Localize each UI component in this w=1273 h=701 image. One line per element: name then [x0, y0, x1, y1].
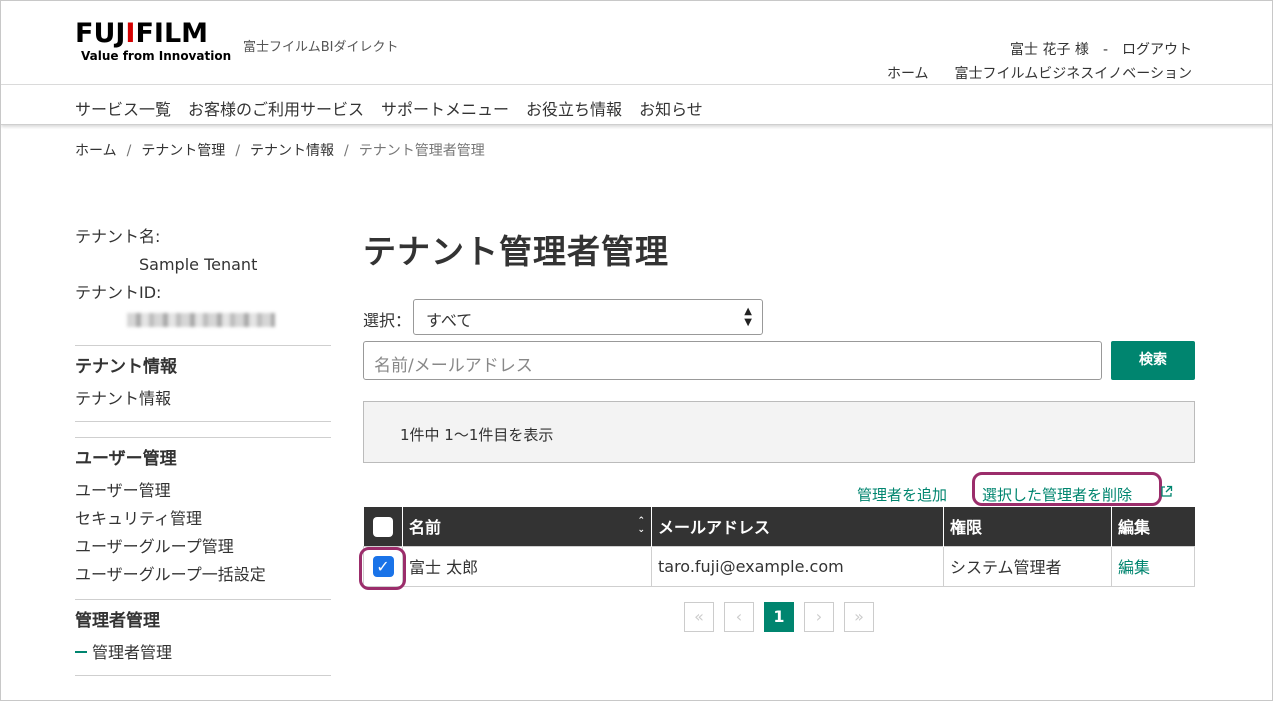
gnav-item-news[interactable]: お知らせ: [639, 100, 703, 119]
admin-table: 名前 ⌃ ⌄ メールアドレス 権限 編集 ✓ 富士 太郎 taro.fuji@exa…: [363, 507, 1195, 587]
tenant-id-value-redacted: [127, 313, 275, 327]
logo-tagline: Value from Innovation: [81, 49, 232, 63]
user-name: 富士 花子 様: [1010, 42, 1089, 58]
user-info: 富士 花子 様 - ログアウト: [1010, 39, 1192, 59]
table-row: ✓ 富士 太郎 taro.fuji@example.com システム管理者 編集: [363, 545, 1195, 587]
table-header-row: 名前 ⌃ ⌄ メールアドレス 権限 編集: [363, 507, 1195, 546]
fujifilm-logo[interactable]: FUJIFILM Value from Innovation: [75, 18, 232, 64]
pagination-first-button[interactable]: «: [684, 602, 714, 632]
active-indicator: [75, 651, 87, 653]
gnav-item-my-services[interactable]: お客様のご利用サービス: [188, 100, 364, 119]
breadcrumb-item-tenant-info[interactable]: テナント情報: [250, 143, 334, 159]
breadcrumb-current: テナント管理者管理: [358, 143, 485, 159]
checkbox-highlight: [359, 547, 406, 590]
search-button[interactable]: 検索: [1111, 341, 1195, 380]
global-nav: サービス一覧 お客様のご利用サービス サポートメニュー お役立ち情報 お知らせ: [1, 85, 1272, 125]
row-role: システム管理者: [943, 545, 1112, 587]
row-name: 富士 太郎: [402, 545, 652, 587]
edit-link[interactable]: 編集: [1118, 558, 1150, 577]
external-link-icon: [1161, 485, 1173, 497]
search-placeholder: 名前/メールアドレス: [374, 356, 533, 376]
sidebar-item-admin-management[interactable]: 管理者管理: [75, 639, 331, 667]
sidebar-section-tenant-info: テナント情報: [75, 357, 177, 377]
breadcrumb-separator: /: [235, 143, 241, 159]
tenant-id-label: テナントID:: [75, 283, 162, 302]
select-arrows-icon: ▲ ▼: [744, 306, 752, 328]
logout-link[interactable]: ログアウト: [1122, 42, 1192, 58]
column-edit: 編集: [1111, 507, 1195, 546]
sidebar-divider: [75, 675, 331, 676]
breadcrumb-separator: /: [344, 143, 349, 159]
select-all-checkbox[interactable]: [372, 516, 393, 537]
gnav-item-useful-info[interactable]: お役立ち情報: [526, 100, 622, 119]
row-edit-cell: 編集: [1111, 545, 1195, 587]
select-all-cell: [363, 507, 403, 546]
sidebar-section-user-management: ユーザー管理: [75, 449, 177, 469]
sidebar-item-security-management[interactable]: セキュリティ管理: [75, 505, 331, 533]
sidebar-item-user-group-bulk[interactable]: ユーザーグループ一括設定: [75, 561, 331, 589]
pagination-next-button[interactable]: ›: [804, 602, 834, 632]
sidebar-item-user-management[interactable]: ユーザー管理: [75, 477, 331, 505]
site-name: 富士フイルムBIダイレクト: [243, 40, 399, 55]
user-separator: -: [1102, 42, 1108, 58]
sort-icon[interactable]: ⌃ ⌄: [637, 517, 645, 535]
column-role: 権限: [943, 507, 1112, 546]
delete-selected-admin-link[interactable]: 選択した管理者を削除: [982, 484, 1132, 505]
column-email: メールアドレス: [651, 507, 944, 546]
row-email: taro.fuji@example.com: [651, 545, 944, 587]
add-admin-link[interactable]: 管理者を追加: [857, 484, 947, 505]
breadcrumb-item-tenant-management[interactable]: テナント管理: [141, 143, 225, 159]
header-link-home[interactable]: ホーム: [887, 66, 929, 82]
pagination-last-button[interactable]: »: [844, 602, 874, 632]
filter-label: 選択：: [363, 311, 412, 330]
tenant-name-value: Sample Tenant: [139, 255, 258, 274]
pagination-page-1[interactable]: 1: [764, 602, 794, 632]
header-link-fbi[interactable]: 富士フイルムビジネスイノベーション: [955, 66, 1192, 82]
column-name[interactable]: 名前 ⌃ ⌄: [402, 507, 652, 546]
pagination-prev-button[interactable]: ‹: [724, 602, 754, 632]
page-title: テナント管理者管理: [363, 232, 669, 271]
search-input[interactable]: 名前/メールアドレス: [363, 341, 1102, 380]
sidebar-section-admin-management: 管理者管理: [75, 611, 160, 631]
breadcrumb-separator: /: [126, 143, 132, 159]
sidebar-item-tenant-info[interactable]: テナント情報: [75, 385, 331, 413]
breadcrumb-item-home[interactable]: ホーム: [75, 143, 117, 159]
result-summary-box: 1件中 1〜1件目を表示: [363, 401, 1195, 463]
sidebar: テナント名: Sample Tenant テナントID: テナント情報 テナント…: [75, 223, 331, 676]
result-summary: 1件中 1〜1件目を表示: [400, 426, 554, 444]
gnav-item-services[interactable]: サービス一覧: [75, 100, 171, 119]
breadcrumb: ホーム / テナント管理 / テナント情報 / テナント管理者管理: [75, 140, 485, 160]
header-links: ホーム 富士フイルムビジネスイノベーション: [887, 63, 1192, 83]
sidebar-item-user-group-management[interactable]: ユーザーグループ管理: [75, 533, 331, 561]
logo-wordmark: FUJIFILM: [75, 18, 209, 49]
gnav-item-support[interactable]: サポートメニュー: [381, 100, 509, 119]
filter-select[interactable]: すべて ▲ ▼: [413, 299, 763, 335]
browser-frame: FUJIFILM Value from Innovation 富士フイルムBIダ…: [0, 0, 1273, 701]
tenant-name-label: テナント名:: [75, 227, 161, 246]
filter-select-value: すべて: [426, 311, 473, 330]
